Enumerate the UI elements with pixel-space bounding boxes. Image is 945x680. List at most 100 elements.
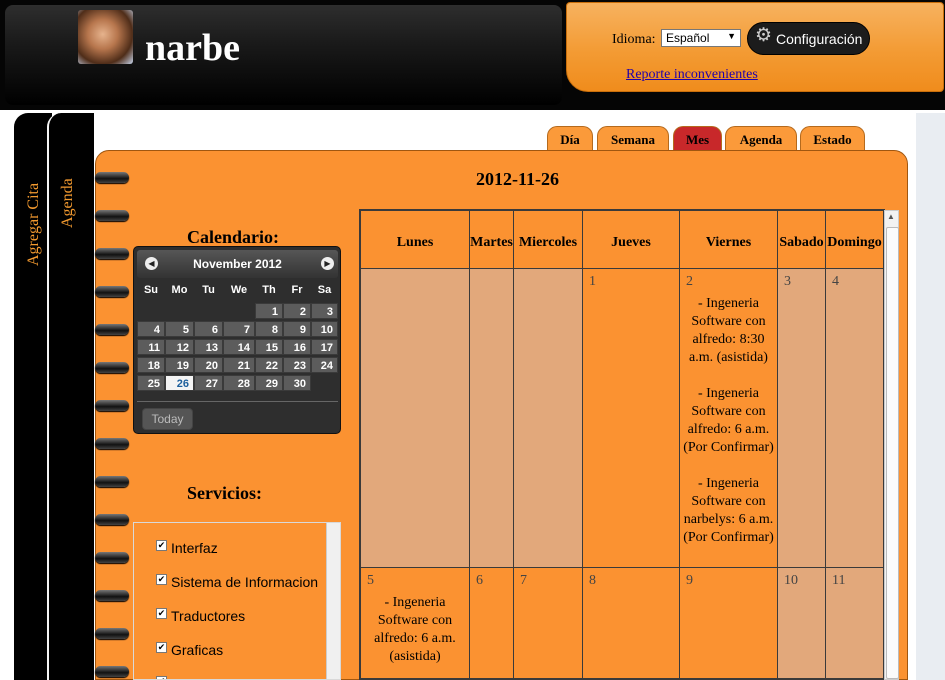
service-label: Traductores (171, 608, 246, 624)
checkbox-checked-icon[interactable]: ✔ (156, 574, 167, 585)
calendar-day-number: 5 (367, 573, 374, 588)
calendar-event[interactable]: - Ingeneria Software con alfredo: 8:30 a… (682, 295, 775, 367)
mini-calendar-day[interactable]: 21 (223, 357, 255, 373)
calendar-day-cell[interactable]: 8 (583, 568, 680, 678)
mini-calendar-day[interactable]: 22 (255, 357, 283, 373)
mini-calendar-day[interactable]: 4 (137, 321, 165, 337)
mini-calendar-day[interactable]: 3 (311, 303, 338, 319)
calendar-day-cell[interactable]: 6 (470, 568, 514, 678)
calendar-event[interactable]: - Ingeneria Software con alfredo: 6 a.m.… (363, 594, 467, 666)
mini-calendar-day[interactable]: 27 (194, 375, 223, 391)
calendar-day-number: 9 (686, 573, 693, 588)
weekday-label: Sa (317, 284, 332, 296)
binder-ring (95, 248, 129, 259)
gear-icon: ⚙ (755, 25, 773, 46)
scroll-up-icon[interactable]: ▲ (887, 212, 895, 221)
binder-ring (95, 514, 129, 525)
mini-calendar-day[interactable]: 12 (165, 339, 194, 355)
mini-calendar-day[interactable]: 25 (137, 375, 165, 391)
service-label: Sistema de Informacion (171, 574, 319, 590)
mini-calendar-day[interactable]: 13 (194, 339, 223, 355)
mini-calendar-day[interactable]: 17 (311, 339, 338, 355)
calendar-day-cell[interactable]: 10 (778, 568, 826, 678)
calendar-day-number: 1 (589, 274, 596, 289)
tab-day[interactable]: Día (547, 126, 593, 150)
calendar-day-number: 2 (686, 274, 693, 289)
binder-ring (95, 666, 129, 677)
calendar-scrollbar-thumb[interactable] (886, 227, 899, 679)
mini-calendar-day[interactable]: 26 (165, 375, 194, 391)
calendar-day-number: 3 (784, 274, 791, 289)
mini-calendar-day[interactable]: 29 (255, 375, 283, 391)
checkbox-checked-icon[interactable]: ✔ (156, 540, 167, 551)
binder-ring (95, 172, 129, 183)
calendar-day-cell[interactable] (470, 269, 514, 568)
mini-calendar-day[interactable]: 6 (194, 321, 223, 337)
weekday-label: Th (262, 284, 276, 296)
tab-status[interactable]: Estado (800, 126, 865, 150)
mini-calendar-day[interactable]: 2 (283, 303, 311, 319)
checkbox-checked-icon[interactable]: ✔ (156, 642, 167, 653)
calendar-day-number: 8 (589, 573, 596, 588)
mini-calendar-day[interactable]: 8 (255, 321, 283, 337)
checkbox-checked-icon[interactable]: ✔ (156, 608, 167, 619)
mini-calendar-day[interactable]: 1 (255, 303, 283, 319)
binder-ring (95, 286, 129, 297)
calendar-heading: Calendario: (187, 227, 279, 247)
mini-calendar-day[interactable]: 14 (223, 339, 255, 355)
calendar-scrollbar[interactable]: ▲ (884, 210, 899, 680)
mini-calendar-day[interactable]: 10 (311, 321, 338, 337)
service-label: Interfaz (171, 540, 218, 556)
calendar-day-cell[interactable]: 5 - Ingeneria Software con alfredo: 6 a.m… (361, 568, 470, 678)
calendar-day-cell[interactable]: 1 (583, 269, 680, 568)
calendar-day-cell[interactable]: 4 (826, 269, 883, 568)
calendar-day-number: 10 (784, 573, 798, 588)
checkbox-checked-icon[interactable]: ✔ (156, 676, 167, 679)
mini-calendar-day[interactable]: 9 (283, 321, 311, 337)
weekday-label: We (230, 284, 248, 296)
mini-calendar-divider (137, 401, 338, 402)
service-label: Redes (171, 676, 211, 679)
calendar-event[interactable]: - Ingeneria Software con alfredo: 6 a.m.… (682, 385, 775, 457)
calendar-event[interactable]: - Ingeneria Software con narbelys: 6 a.m… (682, 475, 775, 547)
binder-ring (95, 362, 129, 373)
side-tab-agenda-label: Agenda (59, 178, 76, 228)
binder-ring (95, 628, 129, 639)
mini-calendar-day[interactable]: 7 (223, 321, 255, 337)
mini-calendar-day[interactable]: 20 (194, 357, 223, 373)
mini-calendar-day[interactable]: 16 (283, 339, 311, 355)
weekday-label: Tu (202, 284, 215, 296)
mini-calendar-day[interactable]: 24 (311, 357, 338, 373)
mini-calendar-day[interactable]: 30 (283, 375, 311, 391)
calendar-day-cell[interactable]: 11 (826, 568, 883, 678)
calendar-day-cell[interactable] (514, 269, 583, 568)
mini-calendar-day[interactable]: 15 (255, 339, 283, 355)
mini-calendar-day[interactable]: 23 (283, 357, 311, 373)
calendar-day-cell[interactable]: 9 (680, 568, 778, 678)
day-column-header: Sabado (778, 211, 826, 269)
side-tab-add-appointment-label: Agregar Cita (25, 182, 42, 266)
binder-ring (95, 438, 129, 449)
mini-calendar-day[interactable]: 19 (165, 357, 194, 373)
tab-month[interactable]: Mes (673, 126, 722, 150)
mini-calendar-day[interactable]: 5 (165, 321, 194, 337)
mini-calendar-day[interactable]: 11 (137, 339, 165, 355)
mini-calendar-day[interactable]: 28 (223, 375, 255, 391)
calendar-day-cell[interactable]: 3 (778, 269, 826, 568)
tab-week[interactable]: Semana (597, 126, 669, 150)
language-select[interactable]: Español ▼ (661, 29, 741, 47)
calendar-day-cell[interactable] (361, 269, 470, 568)
day-column-header: Miercoles (514, 211, 583, 269)
services-scrollbar[interactable] (326, 523, 340, 679)
calendar-day-cell[interactable]: 7 (514, 568, 583, 678)
day-column-header: Domingo (826, 211, 883, 269)
tab-agenda[interactable]: Agenda (725, 126, 797, 150)
weekday-label: Fr (291, 284, 303, 296)
today-button[interactable]: Today (142, 408, 193, 430)
report-issues-link[interactable]: Reporte inconvenientes (626, 67, 758, 83)
next-month-icon[interactable]: ▶ (321, 257, 334, 270)
configuration-button[interactable]: ⚙ Configuración (747, 22, 870, 55)
calendar-day-cell[interactable]: 2 - Ingeneria Software con alfredo: 8:30 … (680, 269, 778, 568)
mini-calendar-day[interactable]: 18 (137, 357, 165, 373)
day-column-header: Jueves (583, 211, 680, 269)
